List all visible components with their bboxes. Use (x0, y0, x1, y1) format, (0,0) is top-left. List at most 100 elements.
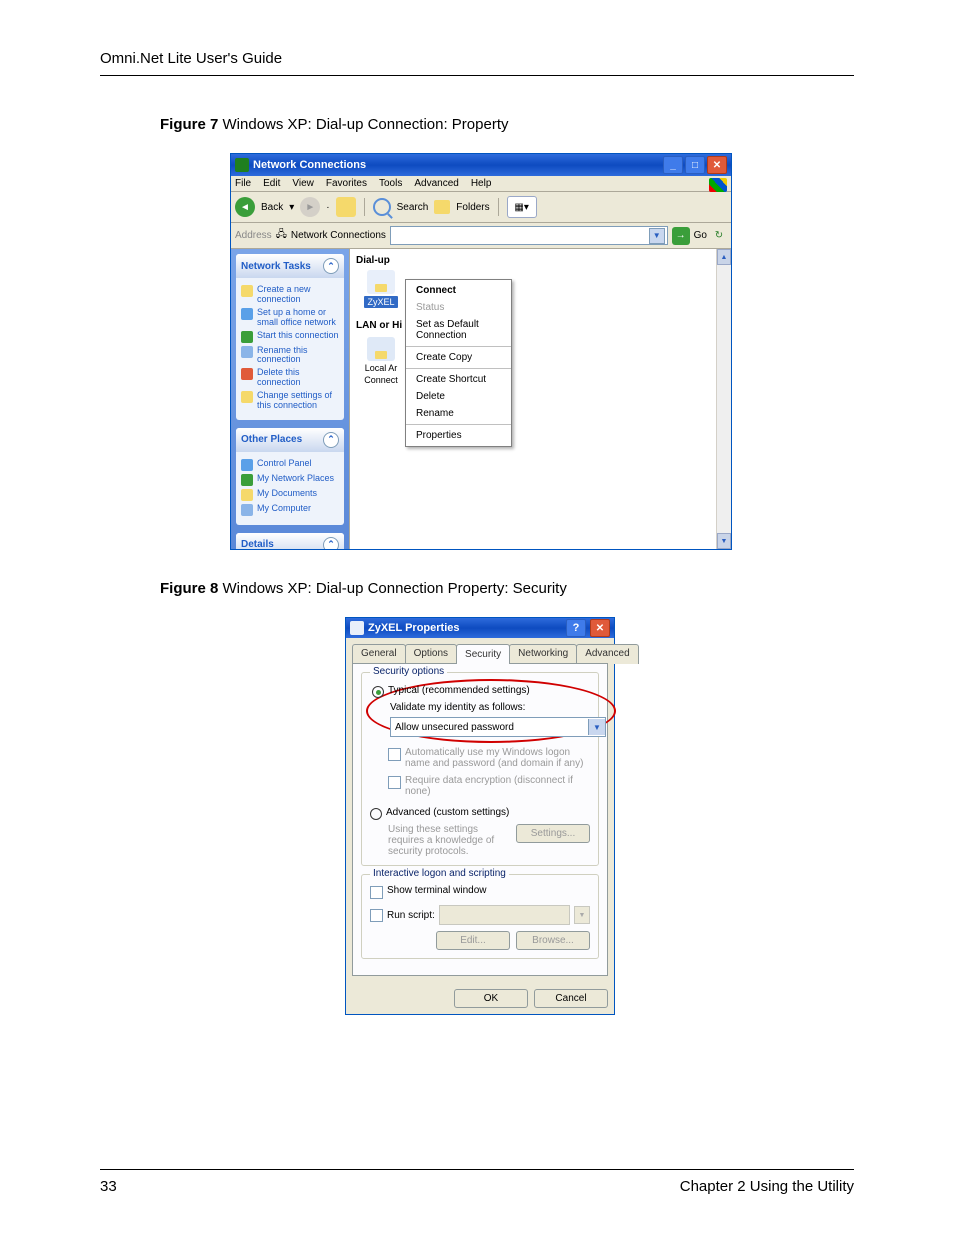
radio-advanced[interactable]: Advanced (custom settings) (370, 807, 590, 820)
go-label: Go (694, 230, 707, 241)
go-button[interactable]: → (672, 227, 690, 245)
radio-icon (370, 808, 382, 820)
menu-create-shortcut[interactable]: Create Shortcut (406, 371, 511, 388)
content-area[interactable]: ▲ ▼ Dial-up ZyXEL LAN or Hi Local A (349, 249, 731, 549)
section-dialup: Dial-up (356, 253, 725, 270)
identity-dropdown[interactable]: Allow unsecured password ▼ (390, 717, 606, 737)
menu-view[interactable]: View (292, 178, 314, 189)
page-footer: 33 Chapter 2 Using the Utility (100, 1169, 854, 1195)
details-header[interactable]: Details ⌃ (236, 533, 344, 549)
check-terminal[interactable]: Show terminal window (370, 885, 590, 899)
dropdown-value: Allow unsecured password (395, 722, 514, 733)
folders-label[interactable]: Folders (456, 202, 489, 213)
security-tab-page: Security options Typical (recommended se… (352, 663, 608, 976)
advanced-note: Using these settings requires a knowledg… (388, 824, 510, 857)
collapse-icon[interactable]: ⌃ (323, 258, 339, 274)
check-run-script[interactable]: Run script: ▼ (370, 905, 590, 925)
task-change-settings[interactable]: Change settings of this connection (241, 391, 339, 411)
search-icon[interactable] (373, 198, 391, 216)
forward-button[interactable]: ► (300, 197, 320, 217)
ok-button[interactable]: OK (454, 989, 528, 1008)
task-create-connection[interactable]: Create a new connection (241, 285, 339, 305)
menu-rename[interactable]: Rename (406, 405, 511, 422)
tab-general[interactable]: General (352, 644, 406, 664)
network-tasks-panel: Network Tasks ⌃ Create a new connection … (236, 254, 344, 420)
checkbox-icon[interactable] (370, 886, 383, 899)
group-legend: Security options (370, 666, 447, 677)
scrollbar[interactable]: ▲ ▼ (716, 249, 731, 549)
network-tasks-header[interactable]: Network Tasks ⌃ (236, 254, 344, 278)
validate-label: Validate my identity as follows: (390, 702, 606, 713)
back-label[interactable]: Back (261, 202, 283, 213)
toolbar: ◄ Back▾ ► · Search Folders ▦▾ (231, 192, 731, 223)
task-setup-network[interactable]: Set up a home or small office network (241, 308, 339, 328)
chevron-down-icon[interactable]: ▼ (588, 719, 605, 735)
menu-connect[interactable]: Connect (406, 282, 511, 299)
scroll-down-icon[interactable]: ▼ (717, 533, 731, 549)
address-bar: Address 🖧 Network Connections ▼ → Go ↻ (231, 223, 731, 249)
dialup-connection-icon[interactable]: ZyXEL (356, 270, 406, 308)
windows-flag-icon (709, 178, 727, 192)
menu-favorites[interactable]: Favorites (326, 178, 367, 189)
collapse-icon[interactable]: ⌃ (323, 432, 339, 448)
checkbox-icon (388, 748, 401, 761)
check-auto-logon: Automatically use my Windows logon name … (388, 747, 590, 769)
menu-set-default[interactable]: Set as Default Connection (406, 316, 511, 344)
place-my-computer[interactable]: My Computer (241, 504, 339, 516)
menu-tools[interactable]: Tools (379, 178, 402, 189)
other-places-panel: Other Places ⌃ Control Panel My Network … (236, 428, 344, 525)
lan-icon (367, 337, 395, 361)
search-label[interactable]: Search (397, 202, 429, 213)
address-label: Address (235, 230, 272, 241)
views-button[interactable]: ▦▾ (507, 196, 537, 218)
menu-properties[interactable]: Properties (406, 427, 511, 444)
check-require-encryption: Require data encryption (disconnect if n… (388, 775, 590, 797)
address-icon: 🖧 (276, 227, 287, 244)
cancel-button[interactable]: Cancel (534, 989, 608, 1008)
maximize-button[interactable]: □ (685, 156, 705, 174)
help-button[interactable]: ? (566, 619, 586, 637)
address-dropdown-icon[interactable]: ▼ (649, 228, 665, 244)
network-connections-window: Network Connections _ □ ✕ File Edit View… (230, 153, 732, 550)
menu-create-copy[interactable]: Create Copy (406, 349, 511, 366)
collapse-icon[interactable]: ⌃ (323, 537, 339, 549)
place-network-places[interactable]: My Network Places (241, 474, 339, 486)
up-button[interactable] (336, 197, 356, 217)
dialog-title: ZyXEL Properties (368, 622, 562, 634)
tab-options[interactable]: Options (405, 644, 457, 664)
place-control-panel[interactable]: Control Panel (241, 459, 339, 471)
task-start-connection[interactable]: Start this connection (241, 331, 339, 343)
titlebar[interactable]: Network Connections _ □ ✕ (231, 154, 731, 176)
place-my-documents[interactable]: My Documents (241, 489, 339, 501)
lan-connection-icon[interactable]: Local Ar Connect (356, 337, 406, 385)
other-places-header[interactable]: Other Places ⌃ (236, 428, 344, 452)
folders-icon[interactable] (434, 200, 450, 214)
tab-advanced[interactable]: Advanced (576, 644, 638, 664)
close-button[interactable]: ✕ (590, 619, 610, 637)
menu-delete[interactable]: Delete (406, 388, 511, 405)
tab-networking[interactable]: Networking (509, 644, 577, 664)
tab-security[interactable]: Security (456, 644, 510, 664)
task-pane: Network Tasks ⌃ Create a new connection … (231, 249, 349, 549)
address-field[interactable]: ▼ (390, 226, 668, 245)
figure-8-caption: Figure 8 Windows XP: Dial-up Connection … (160, 580, 854, 597)
task-rename-connection[interactable]: Rename this connection (241, 346, 339, 366)
radio-icon (372, 686, 384, 698)
connection-icon (367, 270, 395, 294)
scroll-up-icon[interactable]: ▲ (717, 249, 731, 265)
titlebar[interactable]: ZyXEL Properties ? ✕ (346, 618, 614, 638)
menu-advanced[interactable]: Advanced (414, 178, 458, 189)
menu-help[interactable]: Help (471, 178, 492, 189)
page-number: 33 (100, 1178, 117, 1195)
lan-label-2: Connect (364, 375, 398, 385)
close-button[interactable]: ✕ (707, 156, 727, 174)
scripting-group: Interactive logon and scripting Show ter… (361, 874, 599, 959)
menu-edit[interactable]: Edit (263, 178, 280, 189)
menu-file[interactable]: File (235, 178, 251, 189)
checkbox-icon[interactable] (370, 909, 383, 922)
minimize-button[interactable]: _ (663, 156, 683, 174)
links-icon[interactable]: ↻ (711, 228, 727, 244)
radio-typical[interactable]: Typical (recommended settings) (372, 685, 606, 698)
task-delete-connection[interactable]: Delete this connection (241, 368, 339, 388)
back-button[interactable]: ◄ (235, 197, 255, 217)
